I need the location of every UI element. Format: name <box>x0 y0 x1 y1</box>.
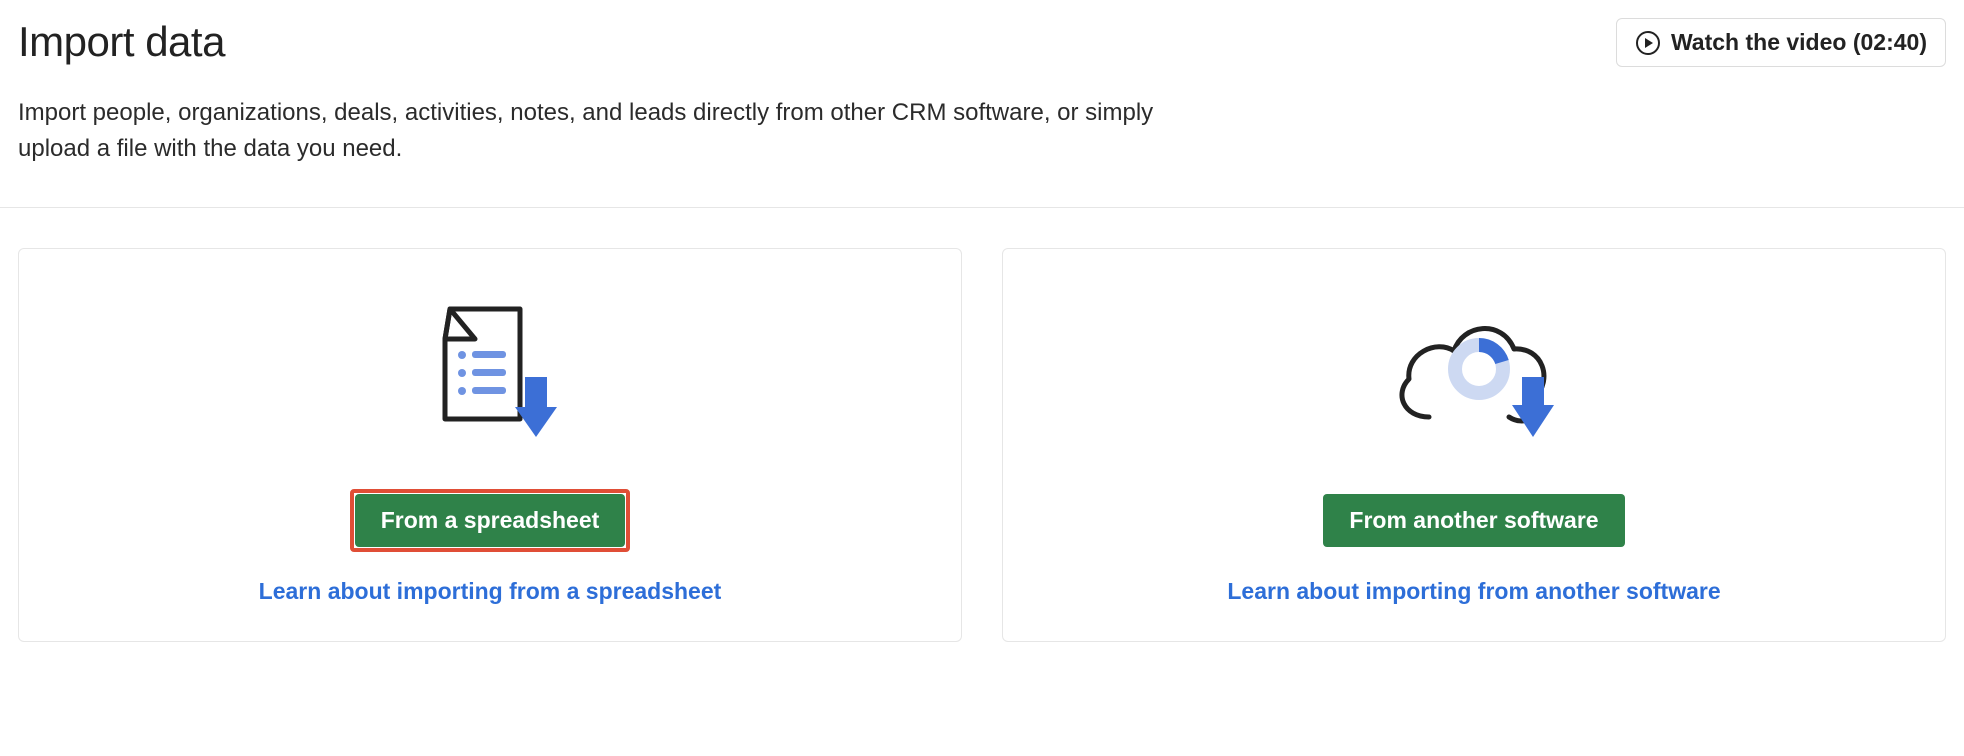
card-from-spreadsheet[interactable]: From a spreadsheet Learn about importing… <box>18 248 962 642</box>
spreadsheet-file-icon <box>390 299 590 449</box>
intro-text: Import people, organizations, deals, act… <box>18 95 1178 167</box>
cloud-software-icon <box>1374 299 1574 449</box>
section-divider <box>0 207 1964 208</box>
from-spreadsheet-button[interactable]: From a spreadsheet <box>355 494 626 547</box>
learn-software-link[interactable]: Learn about importing from another softw… <box>1227 578 1720 605</box>
from-software-button[interactable]: From another software <box>1323 494 1624 547</box>
card-from-software[interactable]: From another software Learn about import… <box>1002 248 1946 642</box>
watch-video-label: Watch the video (02:40) <box>1671 29 1927 56</box>
learn-spreadsheet-link[interactable]: Learn about importing from a spreadsheet <box>259 578 722 605</box>
button-wrap: From another software <box>1318 489 1629 552</box>
page-title: Import data <box>18 18 225 66</box>
highlight-outline: From a spreadsheet <box>350 489 631 552</box>
play-icon <box>1635 30 1661 56</box>
import-options-row: From a spreadsheet Learn about importing… <box>18 248 1946 642</box>
watch-video-button[interactable]: Watch the video (02:40) <box>1616 18 1946 67</box>
